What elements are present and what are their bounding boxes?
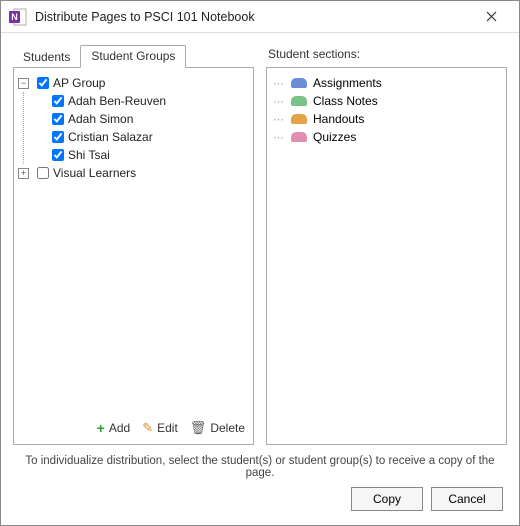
add-label: Add [109, 421, 130, 435]
sections-pane: ⋯ Assignments ⋯ Class Notes ⋯ Han [266, 67, 507, 445]
group-checkbox[interactable] [37, 167, 49, 179]
tabs-row: Students Student Groups [13, 43, 254, 67]
dialog-body: Students Student Groups − AP Group [1, 33, 519, 525]
member-label[interactable]: Adah Simon [68, 112, 133, 126]
member-label[interactable]: Shi Tsai [68, 148, 110, 162]
dialog-window: N Distribute Pages to PSCI 101 Notebook … [0, 0, 520, 526]
delete-label: Delete [210, 421, 245, 435]
section-item[interactable]: ⋯ Assignments [273, 74, 500, 92]
section-tab-icon [291, 78, 307, 88]
groups-tree-pane: − AP Group Adah Ben-Reuven [13, 67, 254, 445]
close-icon [486, 11, 497, 22]
tree-spacer [33, 96, 44, 107]
edit-group-button[interactable]: ✎ Edit [142, 420, 178, 436]
left-column: Students Student Groups − AP Group [13, 43, 254, 445]
tab-students[interactable]: Students [13, 47, 80, 68]
section-label: Handouts [313, 112, 364, 126]
trash-icon: 🗑 [190, 420, 207, 436]
section-tab-icon [291, 114, 307, 124]
edit-label: Edit [157, 421, 178, 435]
svg-text:N: N [11, 12, 18, 22]
group-members: Adah Ben-Reuven Adah Simon Cristian Sala [23, 92, 249, 164]
member-label[interactable]: Cristian Salazar [68, 130, 153, 144]
copy-button[interactable]: Copy [351, 487, 423, 511]
tree-member-row: Adah Ben-Reuven [33, 92, 249, 110]
group-actions-row: + Add ✎ Edit 🗑 Delete [18, 414, 249, 438]
tree-connector-icon: ⋯ [273, 131, 285, 144]
member-checkbox[interactable] [52, 113, 64, 125]
tree-spacer [33, 132, 44, 143]
add-group-button[interactable]: + Add [97, 420, 131, 436]
right-column: Student sections: ⋯ Assignments ⋯ Class … [266, 43, 507, 445]
member-checkbox[interactable] [52, 131, 64, 143]
section-tab-icon [291, 96, 307, 106]
tree-member-row: Shi Tsai [33, 146, 249, 164]
dialog-buttons: Copy Cancel [13, 487, 507, 515]
sections-list: ⋯ Assignments ⋯ Class Notes ⋯ Han [273, 74, 500, 146]
section-tab-icon [291, 132, 307, 142]
tree-connector-icon: ⋯ [273, 95, 285, 108]
content-columns: Students Student Groups − AP Group [13, 43, 507, 445]
window-title: Distribute Pages to PSCI 101 Notebook [35, 10, 471, 24]
tree-group-row: − AP Group [18, 74, 249, 92]
expand-toggle[interactable]: + [18, 168, 29, 179]
tree-group-row: + Visual Learners [18, 164, 249, 182]
tree-member-row: Adah Simon [33, 110, 249, 128]
tree-spacer [33, 150, 44, 161]
pencil-icon: ✎ [142, 420, 153, 436]
close-button[interactable] [471, 2, 511, 32]
tree-member-row: Cristian Salazar [33, 128, 249, 146]
onenote-app-icon: N [9, 8, 27, 26]
groups-tree: − AP Group Adah Ben-Reuven [18, 74, 249, 414]
titlebar: N Distribute Pages to PSCI 101 Notebook [1, 1, 519, 33]
tree-connector-icon: ⋯ [273, 113, 285, 126]
cancel-button[interactable]: Cancel [431, 487, 503, 511]
tree-connector-icon: ⋯ [273, 77, 285, 90]
tree-spacer [33, 114, 44, 125]
section-label: Class Notes [313, 94, 378, 108]
delete-group-button[interactable]: 🗑 Delete [190, 420, 245, 436]
tab-student-groups[interactable]: Student Groups [80, 45, 186, 68]
section-item[interactable]: ⋯ Quizzes [273, 128, 500, 146]
footer-help-text: To individualize distribution, select th… [13, 445, 507, 487]
group-label[interactable]: AP Group [53, 76, 105, 90]
section-item[interactable]: ⋯ Class Notes [273, 92, 500, 110]
group-checkbox[interactable] [37, 77, 49, 89]
section-label: Assignments [313, 76, 382, 90]
expand-toggle[interactable]: − [18, 78, 29, 89]
member-checkbox[interactable] [52, 95, 64, 107]
plus-icon: + [97, 420, 105, 436]
section-item[interactable]: ⋯ Handouts [273, 110, 500, 128]
member-checkbox[interactable] [52, 149, 64, 161]
sections-heading: Student sections: [266, 43, 507, 67]
group-label[interactable]: Visual Learners [53, 166, 136, 180]
member-label[interactable]: Adah Ben-Reuven [68, 94, 166, 108]
section-label: Quizzes [313, 130, 356, 144]
